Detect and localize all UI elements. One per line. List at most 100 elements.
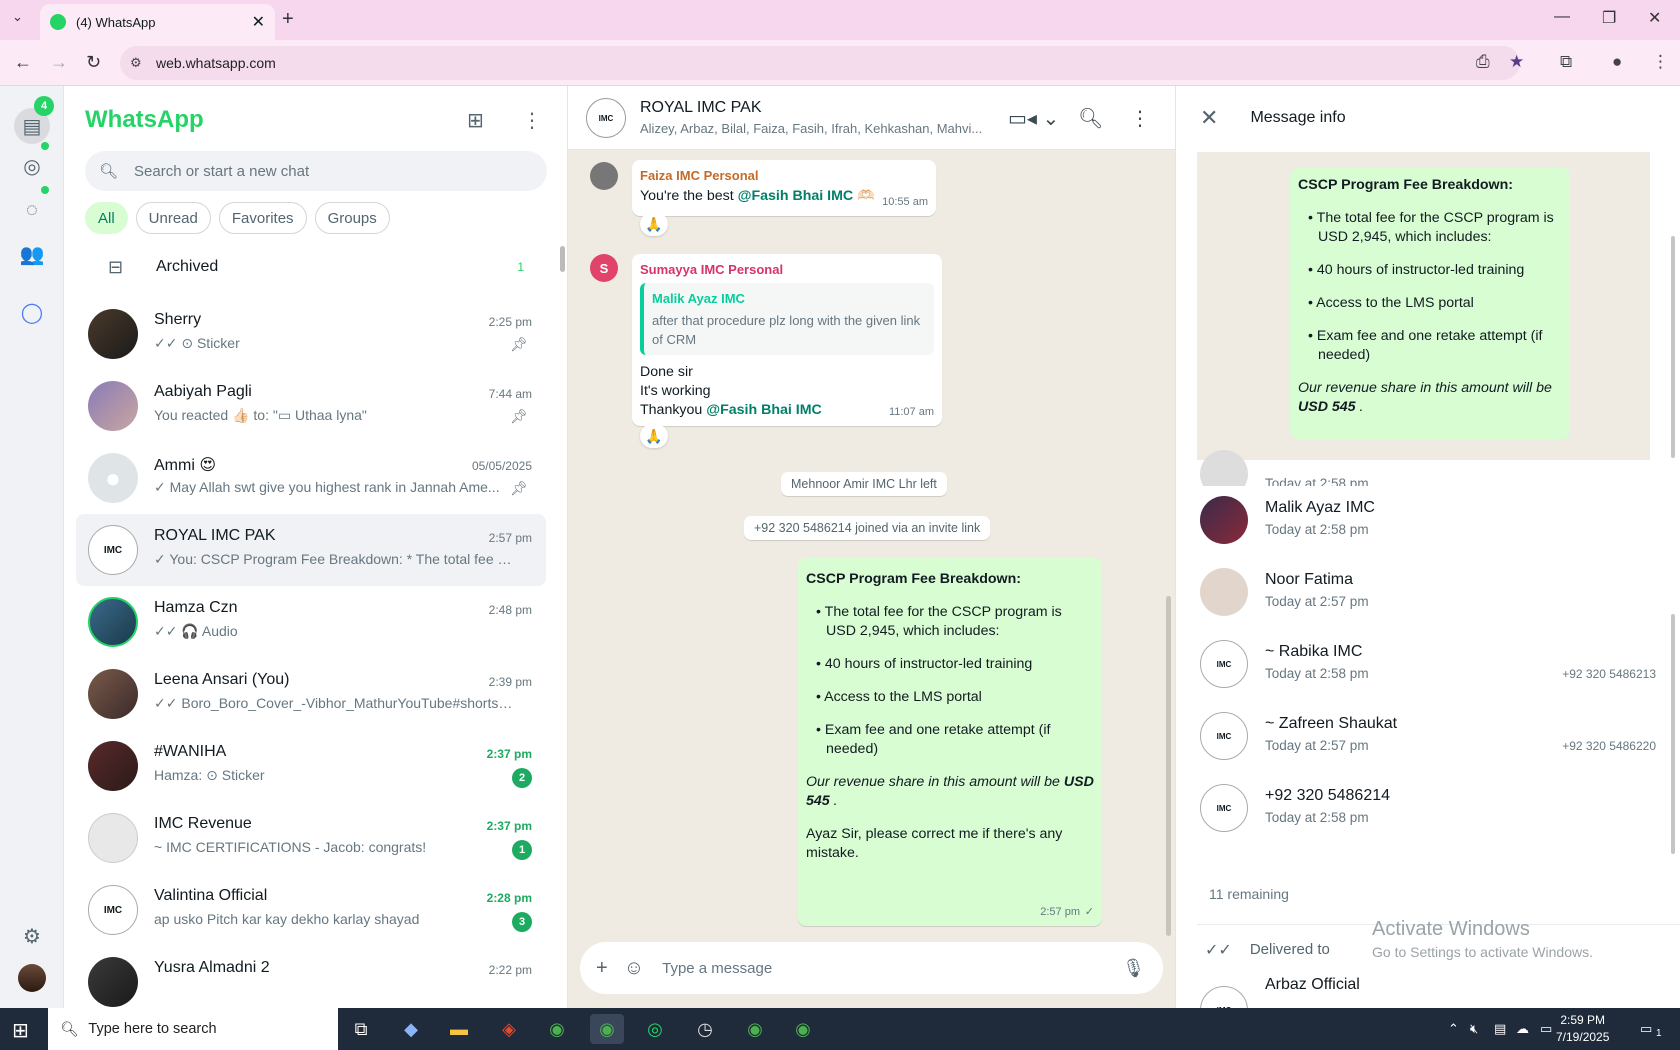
install-app-icon[interactable]: ⎙ xyxy=(1476,52,1490,72)
chat-list-scrollbar[interactable] xyxy=(560,246,565,272)
system-clock[interactable]: 2:59 PM 7/19/2025 xyxy=(1556,1012,1609,1046)
chrome-icon[interactable]: ◉ xyxy=(786,1014,820,1044)
sticker-icon[interactable]: ☺ xyxy=(624,957,644,980)
search-input[interactable]: 🔍︎ Search or start a new chat xyxy=(85,151,547,191)
new-tab-icon[interactable]: + xyxy=(282,8,294,31)
maximize-icon[interactable]: ❐ xyxy=(1602,8,1616,28)
chat-row-valintina[interactable]: IMC Valintina Official 2:28 pm ap usko P… xyxy=(76,874,546,946)
filter-groups[interactable]: Groups xyxy=(314,202,390,234)
search-icon[interactable]: 🔍︎ xyxy=(1078,106,1103,131)
chat-row-imc-revenue[interactable]: IMC Revenue 2:37 pm ~ IMC CERTIFICATIONS… xyxy=(76,802,546,874)
chat-time: 2:37 pm xyxy=(486,819,532,833)
mention[interactable]: @Fasih Bhai IMC xyxy=(738,188,854,204)
communities-icon[interactable]: 👥 xyxy=(18,240,46,268)
whatsapp-icon[interactable]: ◎ xyxy=(638,1014,672,1044)
remaining-count[interactable]: 11 remaining xyxy=(1209,886,1289,902)
menu-icon[interactable]: ⋮ xyxy=(1130,106,1150,131)
extensions-icon[interactable]: ⧉ xyxy=(1560,52,1572,72)
archived-row[interactable]: ⊟ Archived 1 xyxy=(64,236,554,298)
message-bubble[interactable]: Sumayya IMC Personal Malik Ayaz IMC afte… xyxy=(632,254,942,426)
reader-row[interactable]: IMC +92 320 5486214 Today at 2:58 pm xyxy=(1176,774,1656,842)
message-composer[interactable]: + ☺ Type a message 🎙︎ xyxy=(580,942,1163,994)
tray-app-icon[interactable]: ▤ xyxy=(1494,1021,1506,1037)
volume-icon[interactable]: 🔇︎ xyxy=(1470,1021,1478,1037)
tab-search-icon[interactable]: ⌄ xyxy=(12,9,23,25)
cloud-icon[interactable]: ☁ xyxy=(1516,1021,1529,1037)
filter-favorites[interactable]: Favorites xyxy=(218,202,307,234)
status-icon[interactable]: ◎ xyxy=(18,152,46,180)
chrome-active-icon[interactable]: ◉ xyxy=(590,1014,624,1044)
chrome-icon[interactable]: ◉ xyxy=(540,1014,574,1044)
close-window-icon[interactable]: ✕ xyxy=(1648,8,1661,28)
settings-gear-icon[interactable]: ⚙ xyxy=(18,922,46,950)
chat-row-yusra[interactable]: Yusra Almadni 2 2:22 pm xyxy=(76,946,546,1008)
mention[interactable]: @Fasih Bhai IMC xyxy=(706,402,822,418)
address-bar[interactable]: web.whatsapp.com xyxy=(120,46,1520,80)
reader-row[interactable]: Malik Ayaz IMC Today at 2:58 pm xyxy=(1176,486,1656,554)
reaction[interactable]: 🙏 xyxy=(640,212,668,236)
browser-tab-whatsapp[interactable]: (4) WhatsApp ✕ xyxy=(40,4,275,40)
bookmark-star-icon[interactable]: ★ xyxy=(1509,52,1524,72)
quoted-message[interactable]: Malik Ayaz IMC after that procedure plz … xyxy=(640,283,934,355)
reaction[interactable]: 🙏 xyxy=(640,424,668,448)
sender-avatar[interactable]: S xyxy=(590,254,618,282)
outgoing-message-bubble[interactable]: CSCP Program Fee Breakdown: • The total … xyxy=(798,558,1102,926)
filter-all[interactable]: All xyxy=(85,202,128,234)
profile-icon[interactable]: ● xyxy=(1612,52,1622,72)
pin-icon: 📌︎ xyxy=(510,408,528,424)
chat-row-aabiyah[interactable]: Aabiyah Pagli 7:44 am You reacted 👍🏻 to:… xyxy=(76,370,546,442)
message-bubble[interactable]: Faiza IMC Personal You're the best @Fasi… xyxy=(632,160,936,216)
filter-unread[interactable]: Unread xyxy=(135,202,211,234)
search-placeholder: Search or start a new chat xyxy=(134,162,310,180)
site-info-icon[interactable]: ⚙ xyxy=(130,55,142,71)
windows-start-icon[interactable]: ⊞ xyxy=(12,1018,29,1043)
app-icon[interactable]: ◷ xyxy=(688,1014,722,1044)
conversation-scrollbar[interactable] xyxy=(1166,596,1171,936)
chat-row-waniha[interactable]: #WANIHA 2:37 pm Hamza: ⊙ Sticker 2 xyxy=(76,730,546,802)
group-avatar[interactable]: IMC xyxy=(586,98,626,138)
delivered-row[interactable]: IMC Arbaz Official xyxy=(1176,976,1656,1008)
chat-name: Valintina Official xyxy=(154,887,268,904)
chat-row-hamza[interactable]: Hamza Czn 2:48 pm ✓✓ 🎧 Audio xyxy=(76,586,546,658)
readers-scrollbar[interactable] xyxy=(1671,614,1675,854)
channels-icon[interactable]: ◌ xyxy=(18,196,46,224)
new-chat-icon[interactable]: ⊞ xyxy=(467,108,484,133)
menu-icon[interactable]: ⋮ xyxy=(522,108,542,133)
reader-row[interactable]: IMC ~ Zafreen Shaukat Today at 2:57 pm +… xyxy=(1176,702,1656,770)
tray-chevron-icon[interactable]: ⌃ xyxy=(1448,1021,1459,1037)
browser-menu-icon[interactable]: ⋮ xyxy=(1652,52,1669,72)
back-icon[interactable]: ← xyxy=(14,52,32,73)
video-call-icon[interactable]: ▭◂ ⌄ xyxy=(1008,106,1059,131)
forward-icon[interactable]: → xyxy=(50,52,68,73)
preview-scrollbar[interactable] xyxy=(1671,236,1675,458)
meta-ai-icon[interactable]: ◯ xyxy=(18,298,46,326)
close-tab-icon[interactable]: ✕ xyxy=(252,12,265,32)
sender-avatar[interactable] xyxy=(590,162,618,190)
reload-icon[interactable]: ↻ xyxy=(86,52,101,73)
microphone-icon[interactable]: 🎙︎ xyxy=(1122,958,1145,979)
message-line: Done sir xyxy=(640,364,693,380)
chat-row-leena[interactable]: Leena Ansari (You) 2:39 pm ✓✓ Boro_Boro_… xyxy=(76,658,546,730)
reader-row[interactable]: IMC ~ Rabika IMC Today at 2:58 pm +92 32… xyxy=(1176,630,1656,698)
attach-plus-icon[interactable]: + xyxy=(596,957,608,980)
app-icon[interactable]: ◈ xyxy=(492,1014,526,1044)
message-heading: CSCP Program Fee Breakdown: xyxy=(1298,177,1513,193)
reader-row[interactable]: Noor Fatima Today at 2:57 pm xyxy=(1176,558,1656,626)
chat-row-ammi[interactable]: ● Ammi 😍 05/05/2025 ✓ May Allah swt give… xyxy=(76,442,546,514)
taskbar-search[interactable]: 🔍︎ Type here to search xyxy=(48,1008,338,1050)
message-input[interactable]: Type a message xyxy=(662,960,772,977)
chat-row-royal-imc-pak[interactable]: IMC ROYAL IMC PAK 2:57 pm ✓ You: CSCP Pr… xyxy=(76,514,546,586)
task-view-icon[interactable]: ⧉ xyxy=(344,1014,378,1044)
my-avatar[interactable] xyxy=(18,964,46,992)
close-icon[interactable]: ✕ xyxy=(1200,105,1218,131)
copilot-icon[interactable]: ◆ xyxy=(394,1014,428,1044)
bullet-item: • The total fee for the CSCP program is … xyxy=(816,604,1062,639)
network-icon[interactable]: ▭ xyxy=(1540,1021,1552,1037)
message-time: 11:07 am xyxy=(888,406,934,418)
file-explorer-icon[interactable]: ▬ xyxy=(442,1014,476,1044)
notifications-icon[interactable]: ▭ xyxy=(1640,1021,1652,1037)
conversation-header[interactable]: IMC ROYAL IMC PAK Alizey, Arbaz, Bilal, … xyxy=(568,86,1175,150)
minimize-icon[interactable]: — xyxy=(1554,8,1570,26)
chat-row-sherry[interactable]: Sherry 2:25 pm ✓✓ ⊙ Sticker 📌︎ xyxy=(76,298,546,370)
chrome-icon[interactable]: ◉ xyxy=(738,1014,772,1044)
